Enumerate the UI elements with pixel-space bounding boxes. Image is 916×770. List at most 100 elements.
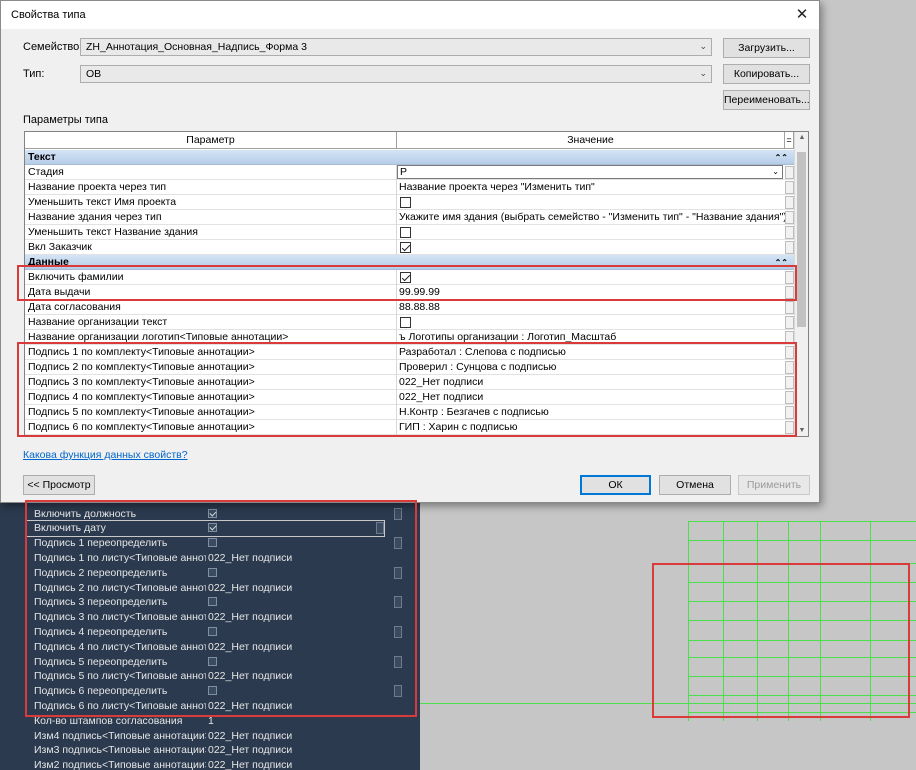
param-value-select[interactable]: Р ⌄	[397, 164, 794, 180]
load-button[interactable]: Загрузить...	[723, 38, 810, 58]
grid-row[interactable]: Подпись 6 по комплекту<Типовые аннотации…	[25, 419, 794, 435]
property-row[interactable]: Включить дату	[25, 519, 385, 537]
property-row[interactable]: Подпись 2 по листу<Типовые аннот... 022_Н…	[26, 580, 402, 595]
property-value[interactable]: 022_Нет подписи	[206, 670, 402, 682]
property-row[interactable]: Подпись 4 переопределить	[26, 624, 402, 639]
associate-param-button[interactable]	[394, 596, 402, 609]
copy-button[interactable]: Копировать...	[723, 64, 810, 84]
property-row[interactable]: Подпись 3 переопределить	[26, 595, 402, 610]
property-checkbox[interactable]	[206, 567, 402, 579]
property-value[interactable]: 022_Нет подписи	[206, 730, 402, 742]
grid-row[interactable]: Дата выдачи 99.99.99	[25, 284, 794, 300]
property-value[interactable]: 022_Нет подписи	[206, 641, 402, 653]
preview-button[interactable]: << Просмотр	[23, 475, 95, 495]
associate-param-button[interactable]	[376, 522, 384, 535]
associate-param-button[interactable]	[394, 655, 402, 668]
grid-row[interactable]: Название проекта через тип Название проек…	[25, 179, 794, 195]
checkbox-icon[interactable]	[400, 196, 411, 208]
property-row[interactable]: Подпись 5 переопределить	[26, 654, 402, 669]
stage-select[interactable]: Р ⌄	[397, 164, 783, 179]
param-value[interactable]: 88.88.88	[397, 300, 794, 315]
formula-cell[interactable]	[785, 211, 794, 224]
formula-cell[interactable]	[785, 301, 794, 314]
checked-checkbox-icon[interactable]	[208, 523, 217, 533]
param-value[interactable]: ГИП : Харин с подписью	[397, 420, 794, 435]
apply-button[interactable]: Применить	[738, 475, 810, 495]
family-select[interactable]: ZH_Аннотация_Основная_Надпись_Форма 3 ⌄	[80, 38, 712, 56]
grid-row[interactable]: Название организации текст	[25, 314, 794, 330]
property-value[interactable]: 022_Нет подписи	[206, 611, 402, 623]
checkbox-icon[interactable]	[208, 656, 217, 666]
column-header-parameter[interactable]: Параметр	[25, 132, 397, 148]
param-value-checkbox[interactable]	[397, 315, 794, 330]
param-value-checkbox[interactable]	[397, 270, 794, 285]
grid-row[interactable]: Подпись 1 по комплекту<Типовые аннотации…	[25, 344, 794, 360]
formula-cell[interactable]	[785, 316, 794, 329]
formula-cell[interactable]	[785, 196, 794, 209]
property-row[interactable]: Подпись 3 по листу<Типовые аннот... 022_Н…	[26, 610, 402, 625]
grid-row[interactable]: Подпись 3 по комплекту<Типовые аннотации…	[25, 374, 794, 390]
checkbox-icon[interactable]	[208, 538, 217, 548]
checked-checkbox-icon[interactable]	[208, 508, 217, 518]
property-value[interactable]: 022_Нет подписи	[206, 759, 402, 770]
close-icon[interactable]: ✕	[791, 4, 813, 26]
property-checkbox[interactable]	[206, 685, 402, 697]
formula-cell[interactable]	[785, 181, 794, 194]
grid-row[interactable]: Уменьшить текст Имя проекта	[25, 194, 794, 210]
property-checkbox[interactable]	[206, 522, 384, 534]
param-value-checkbox[interactable]	[397, 195, 794, 210]
scroll-thumb[interactable]	[797, 152, 806, 327]
property-row[interactable]: Подпись 5 по листу<Типовые аннот... 022_Н…	[26, 669, 402, 684]
scroll-up-icon[interactable]: ▲	[795, 134, 808, 141]
param-value[interactable]: ъ Логотипы организации : Логотип_Масштаб	[397, 330, 794, 345]
property-checkbox[interactable]	[206, 656, 402, 668]
property-checkbox[interactable]	[206, 508, 402, 520]
property-value[interactable]: 022_Нет подписи	[206, 582, 402, 594]
checked-checkbox-icon[interactable]	[400, 241, 411, 253]
param-value[interactable]: Разработал : Слепова с подписью	[397, 345, 794, 360]
formula-cell[interactable]	[785, 331, 794, 344]
ok-button[interactable]: ОК	[580, 475, 651, 495]
checkbox-icon[interactable]	[208, 567, 217, 577]
checkbox-icon[interactable]	[400, 316, 411, 328]
property-checkbox[interactable]	[206, 626, 402, 638]
param-value[interactable]: Название проекта через "Изменить тип"	[397, 180, 794, 195]
grid-row[interactable]: Подпись 5 по комплекту<Типовые аннотации…	[25, 404, 794, 420]
property-row[interactable]: Включить должность	[26, 506, 402, 521]
property-value[interactable]: 022_Нет подписи	[206, 552, 402, 564]
property-checkbox[interactable]	[206, 596, 402, 608]
associate-param-button[interactable]	[394, 625, 402, 638]
grid-row[interactable]: Стадия Р ⌄	[25, 164, 794, 180]
group-header[interactable]: Данные ⌃⌃	[25, 255, 794, 270]
grid-row[interactable]: Название организации логотип<Типовые анн…	[25, 329, 794, 345]
property-value[interactable]: 1	[206, 715, 402, 727]
group-header[interactable]: Текст ⌃⌃	[25, 150, 794, 165]
param-value[interactable]: Укажите имя здания (выбрать семейство - …	[397, 210, 794, 225]
grid-scrollbar[interactable]: ▲ ▼	[794, 132, 808, 436]
formula-cell[interactable]	[785, 286, 794, 299]
formula-cell[interactable]	[785, 376, 794, 389]
help-link[interactable]: Какова функция данных свойств?	[23, 449, 188, 461]
formula-cell[interactable]	[785, 166, 794, 179]
grid-row[interactable]: Подпись 2 по комплекту<Типовые аннотации…	[25, 359, 794, 375]
param-value[interactable]: 022_Нет подписи	[397, 375, 794, 390]
grid-row[interactable]: Уменьшить текст Название здания	[25, 224, 794, 240]
formula-cell[interactable]	[785, 391, 794, 404]
column-header-value[interactable]: Значение	[397, 132, 785, 148]
formula-cell[interactable]	[785, 271, 794, 284]
type-select[interactable]: ОВ ⌄	[80, 65, 712, 83]
associate-param-button[interactable]	[394, 685, 402, 698]
checkbox-icon[interactable]	[208, 686, 217, 696]
property-row[interactable]: Подпись 4 по листу<Типовые аннот... 022_Н…	[26, 639, 402, 654]
param-value[interactable]: 99.99.99	[397, 285, 794, 300]
associate-param-button[interactable]	[394, 537, 402, 550]
property-row[interactable]: Изм2 подпись<Типовые аннотации> 022_Нет п…	[26, 758, 402, 770]
formula-cell[interactable]	[785, 406, 794, 419]
checkbox-icon[interactable]	[208, 626, 217, 636]
param-value-checkbox[interactable]	[397, 225, 794, 240]
grid-row[interactable]: Вкл Заказчик	[25, 239, 794, 255]
collapse-icon[interactable]: ⌃⌃	[775, 150, 788, 165]
chevron-down-icon[interactable]: ⌄	[772, 166, 779, 178]
param-value-checkbox[interactable]	[397, 240, 794, 255]
formula-cell[interactable]	[785, 226, 794, 239]
